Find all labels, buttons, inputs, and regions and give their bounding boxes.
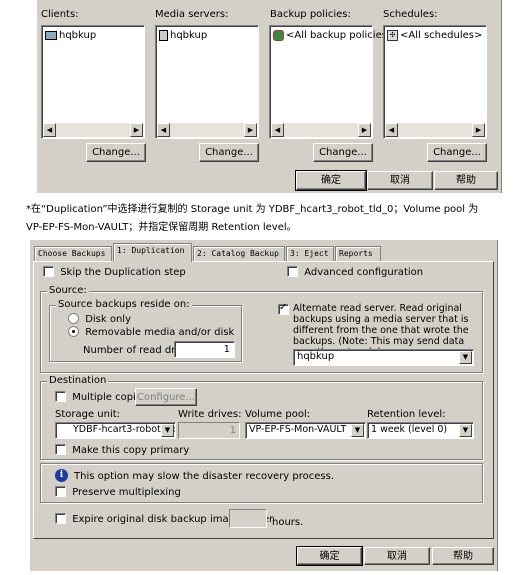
read-drives-value: 1 [223,344,230,355]
source-reside-title: Source backups reside on: [56,299,192,310]
advanced-config-label: Advanced configuration [304,266,424,278]
horizontal-scrollbar[interactable]: ◀ ▶ [385,123,485,137]
preserve-multiplexing-checkbox[interactable] [55,486,66,497]
alternate-server-value: hqbkup [297,351,335,362]
horizontal-scrollbar[interactable]: ◀ ▶ [271,123,371,137]
list-item[interactable]: hqbkup [45,30,96,41]
schedules-header: Schedules: [383,9,438,20]
expire-hours-input[interactable] [229,509,267,528]
list-item-label: <All backup policies> [286,30,396,41]
tab-catalog-backup[interactable]: 2: Catalog Backup [193,246,285,261]
horizontal-scrollbar[interactable]: ◀ ▶ [43,123,143,137]
info-text: This option may slow the disaster recove… [74,471,335,482]
retention-level-label: Retention level: [367,409,446,420]
hours-label: hours. [272,517,304,528]
tab-reports[interactable]: Reports [335,246,381,261]
write-drives-label: Write drives: [178,409,242,420]
advanced-config-checkbox[interactable] [287,266,298,277]
chevron-down-icon[interactable]: ▼ [351,424,364,437]
change-media-servers-button[interactable]: Change... [199,143,259,162]
destination-group-title: Destination [47,375,109,386]
list-item-label: hqbkup [59,30,97,41]
disk-only-option[interactable]: Disk only [68,313,131,325]
skip-duplication-checkbox[interactable] [43,266,54,277]
preserve-multiplexing-option[interactable]: Preserve multiplexing [55,486,181,498]
scroll-left-icon[interactable]: ◀ [385,123,398,137]
volume-pool-label: Volume pool: [245,409,311,420]
clients-listbox[interactable]: hqbkup ◀ ▶ [41,25,145,139]
retention-level-value: 1 week (level 0) [371,424,448,435]
top-ok-button[interactable]: 确定 [295,170,367,191]
horizontal-scrollbar[interactable]: ◀ ▶ [157,123,257,137]
write-drives-value: 1 [229,425,236,436]
scroll-right-icon[interactable]: ▶ [130,123,143,137]
change-policies-button[interactable]: Change... [313,143,373,162]
expire-checkbox[interactable] [55,513,66,524]
skip-duplication-option[interactable]: Skip the Duplication step [43,266,186,278]
retention-level-select[interactable]: 1 week (level 0) ▼ [367,422,474,439]
scroll-right-icon[interactable]: ▶ [358,123,371,137]
ok-button[interactable]: 确定 [296,546,363,566]
backup-policies-listbox[interactable]: <All backup policies> ◀ ▶ [269,25,395,139]
volume-pool-value: VP-EP-FS-Mon-VAULT [249,424,347,435]
change-schedules-button[interactable]: Change... [427,143,487,162]
scroll-left-icon[interactable]: ◀ [157,123,170,137]
storage-unit-label: Storage unit: [55,409,121,420]
chevron-down-icon[interactable]: ▼ [459,424,472,437]
scroll-left-icon[interactable]: ◀ [43,123,56,137]
policy-icon [273,30,284,41]
list-item[interactable]: ✣ <All schedules> [387,30,482,41]
scroll-left-icon[interactable]: ◀ [271,123,284,137]
alternate-server-checkbox-wrap[interactable] [278,302,289,316]
multiple-copies-checkbox[interactable] [55,391,66,402]
storage-unit-select[interactable]: YDBF-hcart3-robot-tld- ▼ [55,422,176,439]
list-item[interactable]: <All backup policies> [273,30,395,41]
source-group-title: Source: [47,285,89,296]
list-item-label: hqbkup [170,30,208,41]
removable-radio[interactable] [68,326,79,337]
caption-line-1: *在“Duplication”中选择进行复制的 Storage unit 为 Y… [26,204,479,215]
top-help-button[interactable]: 帮助 [434,171,498,190]
media-servers-header: Media servers: [155,9,229,20]
tab-choose-backups[interactable]: Choose Backups [34,246,112,261]
schedule-icon: ✣ [387,30,398,41]
chevron-down-icon[interactable]: ▼ [161,424,174,437]
clients-header: Clients: [41,9,79,20]
removable-option[interactable]: Removable media and/or disk [68,326,234,338]
make-primary-checkbox[interactable] [55,444,66,455]
disk-only-label: Disk only [85,313,131,325]
list-item[interactable]: hqbkup [159,30,207,41]
client-computer-icon [45,31,57,40]
help-button[interactable]: 帮助 [432,547,494,565]
skip-duplication-label: Skip the Duplication step [60,266,186,278]
tab-eject[interactable]: 3: Eject [286,246,334,261]
alternate-server-checkbox[interactable] [278,302,289,315]
alternate-server-select[interactable]: hqbkup ▼ [293,349,474,366]
top-cancel-button[interactable]: 取消 [367,171,433,190]
write-drives-input: 1 [178,422,240,439]
scroll-right-icon[interactable]: ▶ [244,123,257,137]
media-servers-listbox[interactable]: hqbkup ◀ ▶ [155,25,259,139]
list-item-label: <All schedules> [400,30,483,41]
schedules-listbox[interactable]: ✣ <All schedules> ◀ ▶ [383,25,487,139]
make-primary-label: Make this copy primary [72,444,190,456]
removable-label: Removable media and/or disk [85,326,235,338]
scroll-right-icon[interactable]: ▶ [472,123,485,137]
tab-duplication[interactable]: 1: Duplication [113,243,192,262]
configure-button[interactable]: Configure... [135,388,197,406]
multiple-copies-option[interactable]: Multiple copies [55,391,147,403]
caption-line-2: VP-EP-FS-Mon-VAULT；并指定保留周期 Retention lev… [26,222,297,233]
advanced-config-option[interactable]: Advanced configuration [287,266,423,278]
media-server-icon [159,30,168,41]
cancel-button[interactable]: 取消 [364,547,430,565]
volume-pool-select[interactable]: VP-EP-FS-Mon-VAULT ▼ [245,422,366,439]
backup-policies-header: Backup policies: [270,9,351,20]
make-primary-option[interactable]: Make this copy primary [55,444,189,456]
chevron-down-icon[interactable]: ▼ [459,351,472,364]
preserve-multiplexing-label: Preserve multiplexing [72,486,181,498]
disk-only-radio[interactable] [68,313,79,324]
read-drives-input[interactable]: 1 [174,341,235,358]
change-clients-button[interactable]: Change... [86,143,146,162]
info-icon: i [55,469,68,482]
